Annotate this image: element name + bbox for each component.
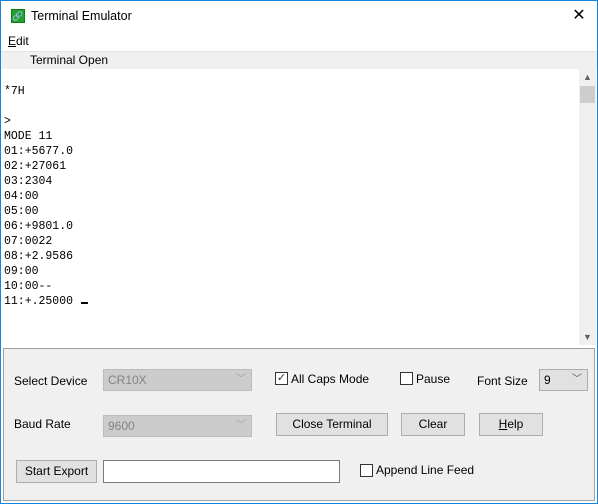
menu-edit-label: dit — [16, 34, 29, 48]
font-size-dropdown[interactable]: 9 ﹀ — [539, 369, 588, 391]
chevron-down-icon: ﹀ — [236, 420, 246, 431]
controls-panel: Select Device CR10X ﹀ ✓ All Caps Mode Pa… — [3, 348, 595, 501]
terminal-line: 07:0022 — [4, 235, 53, 248]
terminal-scrollbar[interactable]: ▲ ▼ — [579, 69, 596, 345]
text-cursor — [80, 302, 88, 304]
terminal-line: 01:+5677.0 — [4, 145, 74, 158]
terminal-emulator-window: 🔗 Terminal Emulator ✕ Edit Terminal Open… — [0, 0, 598, 504]
export-path-input[interactable] — [103, 460, 340, 483]
chevron-down-icon: ﹀ — [572, 374, 582, 385]
menu-edit-mnemonic: E — [8, 34, 17, 48]
pause-label[interactable]: Pause — [416, 372, 450, 386]
baud-rate-label: Baud Rate — [14, 417, 71, 431]
select-device-value: CR10X — [108, 373, 147, 387]
menu-edit[interactable]: Edit — [8, 34, 29, 48]
chevron-down-icon: ﹀ — [236, 374, 246, 385]
terminal-line: MODE 11 — [4, 130, 53, 143]
link-icon: 🔗 — [11, 9, 25, 23]
font-size-label: Font Size — [477, 374, 528, 388]
window-title: Terminal Emulator — [31, 9, 132, 23]
menu-bar: Edit — [1, 31, 597, 51]
help-label: elp — [507, 417, 524, 431]
select-device-label: Select Device — [14, 374, 88, 388]
font-size-value: 9 — [544, 373, 551, 387]
scroll-up-arrow-icon[interactable]: ▲ — [579, 69, 596, 85]
help-button[interactable]: Help — [479, 413, 543, 436]
title-bar[interactable]: 🔗 Terminal Emulator ✕ — [1, 1, 597, 31]
all-caps-checkbox[interactable]: ✓ — [275, 372, 288, 385]
clear-button[interactable]: Clear — [401, 413, 465, 436]
baud-rate-dropdown[interactable]: 9600 ﹀ — [103, 415, 252, 437]
terminal-line: 05:00 — [4, 205, 39, 218]
status-bar: Terminal Open — [1, 51, 597, 70]
scroll-down-arrow-icon[interactable]: ▼ — [579, 329, 596, 345]
append-line-feed-label[interactable]: Append Line Feed — [376, 463, 474, 477]
terminal-line: > — [4, 115, 11, 128]
close-button[interactable]: ✕ — [567, 5, 591, 27]
close-terminal-button[interactable]: Close Terminal — [276, 413, 388, 436]
terminal-line: 03:2304 — [4, 175, 53, 188]
select-device-dropdown[interactable]: CR10X ﹀ — [103, 369, 252, 391]
terminal-line: 02:+27061 — [4, 160, 67, 173]
status-text: Terminal Open — [30, 53, 109, 67]
scroll-thumb[interactable] — [580, 86, 595, 103]
terminal-line-last: 11:+.25000 — [4, 294, 579, 309]
terminal-line: 09:00 — [4, 265, 39, 278]
pause-checkbox[interactable] — [400, 372, 413, 385]
append-line-feed-checkbox[interactable] — [360, 464, 373, 477]
terminal-line-text: 11:+.25000 — [4, 295, 80, 308]
terminal-line: 04:00 — [4, 190, 39, 203]
all-caps-label[interactable]: All Caps Mode — [291, 372, 369, 386]
terminal-line: 08:+2.9586 — [4, 250, 74, 263]
terminal-output[interactable]: *7H > MODE 11 01:+5677.0 02:+27061 03:23… — [1, 69, 579, 345]
terminal-line: 06:+9801.0 — [4, 220, 74, 233]
baud-rate-value: 9600 — [108, 419, 135, 433]
terminal-line: 10:00-- — [4, 280, 53, 293]
terminal-line: *7H — [4, 85, 25, 98]
start-export-button[interactable]: Start Export — [16, 460, 97, 483]
